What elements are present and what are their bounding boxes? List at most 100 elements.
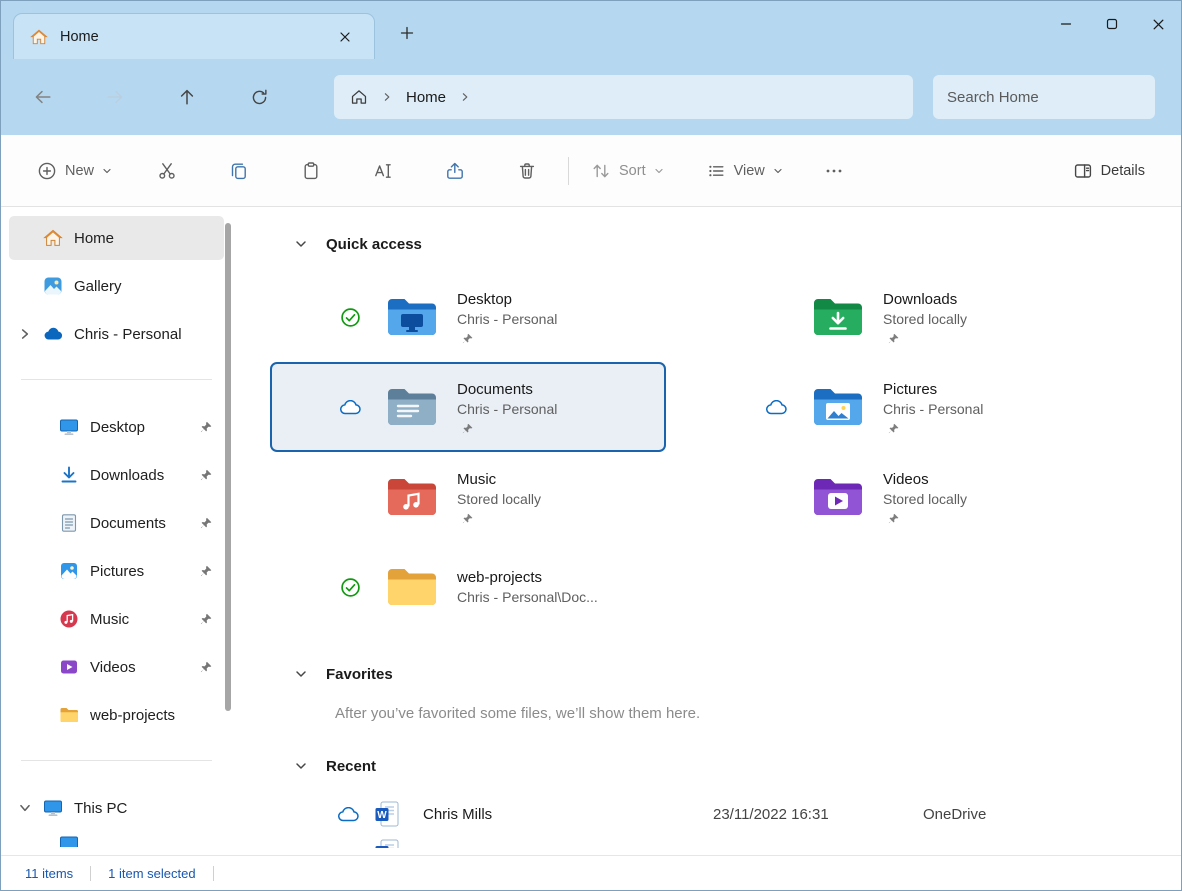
word-document-icon: W	[375, 801, 399, 827]
forward-button[interactable]	[93, 75, 137, 119]
toolbar-divider	[568, 157, 569, 185]
share-button[interactable]	[432, 149, 478, 193]
sidebar-item-music[interactable]: Music	[9, 597, 224, 641]
section-title: Favorites	[326, 666, 393, 683]
rename-button[interactable]	[360, 149, 406, 193]
quick-access-item-desktop[interactable]: DesktopChris - Personal	[270, 272, 666, 362]
section-title: Recent	[326, 758, 376, 775]
sidebar-item-downloads[interactable]: Downloads	[9, 453, 224, 497]
chevron-right-icon[interactable]	[15, 327, 35, 341]
item-text: PicturesChris - Personal	[883, 381, 983, 434]
chevron-slot	[31, 564, 51, 578]
quick-access-item-downloads[interactable]: DownloadsStored locally	[696, 272, 1092, 362]
sidebar-item-partial	[59, 834, 81, 847]
sidebar-item-pictures[interactable]: Pictures	[9, 549, 224, 593]
sort-button[interactable]: Sort	[581, 149, 674, 193]
chevron-down-icon[interactable]	[15, 801, 35, 815]
section-header-quick-access[interactable]: Quick access	[270, 229, 1181, 259]
folder-plain-icon	[386, 566, 438, 608]
details-button-label: Details	[1101, 163, 1145, 179]
item-text: DownloadsStored locally	[883, 291, 967, 344]
sidebar-item-label: Gallery	[74, 278, 122, 295]
sidebar-item-label: web-projects	[90, 707, 175, 724]
chevron-down-icon[interactable]	[294, 667, 308, 681]
chevron-right-icon[interactable]	[460, 92, 470, 102]
quick-access-item-music[interactable]: MusicStored locally	[270, 452, 666, 542]
details-button[interactable]: Details	[1063, 149, 1155, 193]
section-header-recent[interactable]: Recent	[270, 751, 1181, 781]
tab-title: Home	[60, 29, 320, 45]
recent-file-location: OneDrive	[923, 806, 986, 823]
recent-file-row[interactable]: W Chris Mills 23/11/2022 16:31 OneDrive	[270, 792, 1181, 836]
cloud-status-icon	[330, 395, 370, 419]
sidebar-scrollbar[interactable]	[225, 223, 231, 711]
sidebar-item-gallery[interactable]: Gallery	[9, 264, 224, 308]
tab-close-icon[interactable]	[332, 24, 358, 50]
gallery-icon	[43, 276, 63, 296]
sidebar-item-videos[interactable]: Videos	[9, 645, 224, 689]
new-tab-button[interactable]	[389, 17, 425, 49]
details-pane-icon	[1073, 161, 1093, 181]
item-text: web-projectsChris - Personal\Doc...	[457, 569, 598, 605]
search-box[interactable]	[933, 75, 1155, 119]
new-button[interactable]: New	[27, 149, 122, 193]
chevron-down-icon[interactable]	[294, 237, 308, 251]
chevron-right-icon[interactable]	[382, 92, 392, 102]
maximize-button[interactable]	[1089, 1, 1135, 47]
sidebar-item-desktop[interactable]: Desktop	[9, 405, 224, 449]
pin-icon	[200, 661, 212, 673]
pin-icon	[462, 333, 473, 344]
view-icon	[706, 161, 726, 181]
item-text: DesktopChris - Personal	[457, 291, 557, 344]
folder-music-icon	[386, 476, 438, 518]
chevron-down-icon	[654, 166, 664, 176]
downloads-icon	[59, 465, 79, 485]
up-button[interactable]	[165, 75, 209, 119]
back-button[interactable]	[21, 75, 65, 119]
cut-button[interactable]	[144, 149, 190, 193]
refresh-icon	[250, 88, 269, 107]
home-icon	[30, 28, 48, 46]
quick-access-item-web-projects[interactable]: web-projectsChris - Personal\Doc...	[270, 542, 666, 632]
quick-access-item-documents[interactable]: DocumentsChris - Personal	[270, 362, 666, 452]
breadcrumb-home[interactable]: Home	[406, 89, 446, 106]
refresh-button[interactable]	[237, 75, 281, 119]
home-icon[interactable]	[350, 88, 368, 106]
desktop-icon	[59, 417, 79, 437]
sidebar-item-web-projects[interactable]: web-projects	[9, 693, 224, 737]
item-text: DocumentsChris - Personal	[457, 381, 557, 434]
pin-icon	[888, 333, 899, 344]
minimize-button[interactable]	[1043, 1, 1089, 47]
sidebar-item-documents[interactable]: Documents	[9, 501, 224, 545]
view-button[interactable]: View	[696, 149, 793, 193]
folder-icon	[59, 705, 79, 725]
breadcrumb[interactable]: Home	[334, 75, 913, 119]
sidebar-item-this-pc[interactable]: This PC	[9, 786, 224, 830]
search-input[interactable]	[947, 89, 1146, 106]
item-name: Videos	[883, 471, 967, 488]
close-button[interactable]	[1135, 1, 1181, 47]
sidebar-item-chris-personal[interactable]: Chris - Personal	[9, 312, 224, 356]
tab-home[interactable]: Home	[13, 13, 375, 59]
delete-button[interactable]	[504, 149, 550, 193]
pin-icon	[200, 613, 212, 625]
chevron-down-icon	[102, 166, 112, 176]
chevron-down-icon[interactable]	[294, 759, 308, 773]
quick-access-item-videos[interactable]: VideosStored locally	[696, 452, 1092, 542]
item-subtitle: Chris - Personal	[883, 401, 983, 417]
more-options-button[interactable]	[815, 149, 853, 193]
status-slot	[756, 305, 796, 329]
sidebar-item-home[interactable]: Home	[9, 216, 224, 260]
quick-access-item-pictures[interactable]: PicturesChris - Personal	[696, 362, 1092, 452]
cloud-status-icon	[756, 395, 796, 419]
copy-button[interactable]	[216, 149, 262, 193]
pin-icon	[200, 565, 212, 577]
share-icon	[445, 161, 465, 181]
items-count: 11 items	[25, 866, 73, 881]
forward-arrow-icon	[105, 87, 125, 107]
up-arrow-icon	[177, 87, 197, 107]
paste-button[interactable]	[288, 149, 334, 193]
pin-icon	[888, 423, 899, 434]
section-header-favorites[interactable]: Favorites	[270, 659, 1181, 689]
sidebar-divider	[21, 760, 212, 761]
